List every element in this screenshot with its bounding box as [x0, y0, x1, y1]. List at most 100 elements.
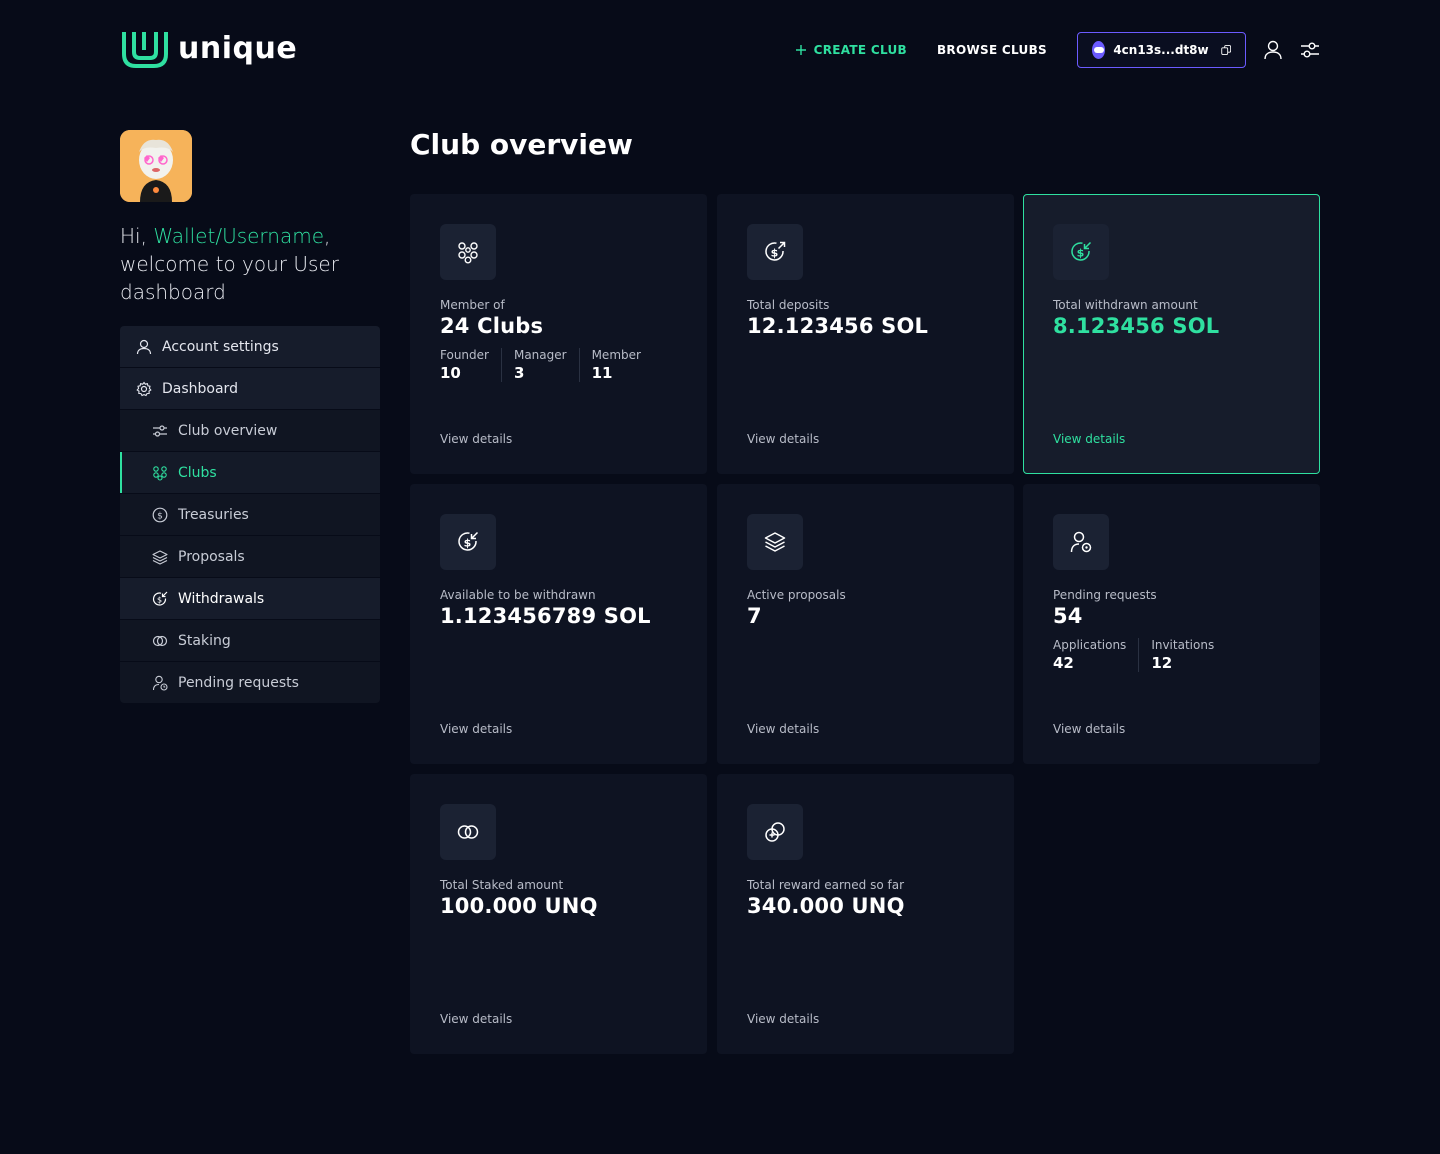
sub-label: Manager: [513, 348, 567, 362]
sidebar-item-treasuries[interactable]: $ Treasuries: [120, 494, 380, 535]
sidebar-item-dashboard[interactable]: Dashboard: [120, 368, 380, 409]
gear-icon: [136, 381, 152, 396]
breakdown-applications: Applications 42: [1053, 638, 1138, 672]
page-title: Club overview: [410, 128, 633, 161]
sidebar-item-proposals[interactable]: Proposals: [120, 536, 380, 577]
card-total-staked: Total Staked amount 100.000 UNQ View det…: [410, 774, 707, 1054]
create-club-label: CREATE CLUB: [813, 43, 907, 57]
dollar-circle-icon: $: [152, 507, 168, 522]
sub-value: 12: [1151, 654, 1173, 672]
card-value: 340.000 UNQ: [747, 894, 905, 918]
icon-box: [747, 804, 803, 860]
logo-text: unique: [178, 31, 298, 66]
greeting: Hi, Wallet/Username, welcome to your Use…: [120, 222, 380, 306]
card-value: 7: [747, 604, 762, 628]
avatar[interactable]: [120, 130, 192, 202]
card-value: 100.000 UNQ: [440, 894, 598, 918]
plus-icon: [795, 45, 806, 55]
sub-label: Invitations: [1151, 638, 1215, 652]
reward-icon: [765, 822, 785, 842]
card-total-withdrawn[interactable]: $ Total withdrawn amount 8.123456 SOL Vi…: [1023, 194, 1320, 474]
layers-icon: [152, 549, 168, 565]
unique-logo-icon: [122, 32, 168, 68]
user-pending-icon: [1070, 531, 1092, 553]
deposit-icon: $: [765, 241, 786, 261]
card-label: Total reward earned so far: [747, 878, 905, 892]
card-available-withdraw: $ Available to be withdrawn 1.123456789 …: [410, 484, 707, 764]
card-breakdown: Founder 10 Manager 3 Member 11: [440, 348, 677, 382]
breakdown-manager: Manager 3: [500, 348, 579, 382]
sub-value: 42: [1053, 654, 1074, 672]
card-label: Total Staked amount: [440, 878, 564, 892]
sliders-icon: [153, 424, 167, 437]
icon-box: [440, 804, 496, 860]
greeting-prefix: Hi,: [120, 224, 154, 248]
avatar-image: [120, 130, 192, 202]
copy-icon[interactable]: [1220, 43, 1231, 57]
withdraw-icon: $: [458, 531, 479, 551]
card-label: Available to be withdrawn: [440, 588, 596, 602]
card-label: Member of: [440, 298, 505, 312]
top-header: unique CREATE CLUB BROWSE CLUBS 4cn13s..…: [120, 28, 1320, 72]
card-total-deposits: $ Total deposits 12.123456 SOL View deta…: [717, 194, 1014, 474]
sidebar-item-staking[interactable]: Staking: [120, 620, 380, 661]
sidebar-item-club-overview[interactable]: Club overview: [120, 410, 380, 451]
card-member-of: Member of 24 Clubs Founder 10 Manager 3 …: [410, 194, 707, 474]
view-details-link[interactable]: View details: [440, 1012, 512, 1026]
view-details-link[interactable]: View details: [747, 1012, 819, 1026]
view-details-link[interactable]: View details: [440, 722, 512, 736]
svg-text:$: $: [464, 537, 472, 550]
sidebar-item-label: Dashboard: [162, 380, 238, 397]
icon-box: $: [747, 224, 803, 280]
card-pending-requests: Pending requests 54 Applications 42 Invi…: [1023, 484, 1320, 764]
sub-label: Member: [591, 348, 641, 362]
sidebar-item-withdrawals[interactable]: $ Withdrawals: [120, 578, 380, 619]
user-icon[interactable]: [1264, 40, 1282, 60]
card-value: 1.123456789 SOL: [440, 604, 651, 628]
card-value: 12.123456 SOL: [747, 314, 929, 338]
view-details-link[interactable]: View details: [1053, 722, 1125, 736]
sidebar-item-account-settings[interactable]: Account settings: [120, 326, 380, 367]
view-details-link[interactable]: View details: [747, 432, 819, 446]
sidebar-item-clubs[interactable]: Clubs: [120, 452, 380, 493]
username-link[interactable]: Wallet/Username: [153, 224, 324, 248]
icon-box: $: [1053, 224, 1109, 280]
sub-label: Applications: [1053, 638, 1127, 652]
wallet-address: 4cn13s...dt8w: [1113, 43, 1209, 57]
sidebar-item-label: Proposals: [178, 548, 245, 565]
sidebar-item-label: Account settings: [162, 338, 279, 355]
breakdown-founder: Founder 10: [440, 348, 501, 382]
breakdown-member: Member 11: [578, 348, 653, 382]
sidebar-item-pending-requests[interactable]: Pending requests: [120, 662, 380, 703]
view-details-link[interactable]: View details: [1053, 432, 1125, 446]
sub-value: 10: [440, 364, 461, 382]
svg-text:$: $: [157, 511, 163, 521]
card-value: 54: [1053, 604, 1083, 628]
browse-clubs-button[interactable]: BROWSE CLUBS: [937, 43, 1047, 57]
card-active-proposals: Active proposals 7 View details: [717, 484, 1014, 764]
view-details-link[interactable]: View details: [440, 432, 512, 446]
icon-box: [440, 224, 496, 280]
staking-icon: [457, 825, 479, 839]
sidebar-item-label: Treasuries: [178, 506, 249, 523]
staking-icon: [152, 635, 168, 646]
settings-sliders-icon[interactable]: [1300, 41, 1320, 59]
view-details-link[interactable]: View details: [747, 722, 819, 736]
wallet-button[interactable]: 4cn13s...dt8w: [1077, 32, 1246, 68]
sidebar-menu: Account settings Dashboard Club overview…: [120, 326, 380, 704]
user-pending-icon: [152, 675, 168, 691]
card-label: Pending requests: [1053, 588, 1157, 602]
sidebar-item-label: Clubs: [178, 464, 217, 481]
sub-value: 3: [513, 364, 525, 382]
svg-text:$: $: [1077, 247, 1085, 260]
card-label: Total withdrawn amount: [1053, 298, 1198, 312]
logo[interactable]: unique: [120, 28, 297, 70]
create-club-button[interactable]: CREATE CLUB: [795, 43, 907, 57]
card-label: Active proposals: [747, 588, 846, 602]
svg-text:$: $: [157, 595, 162, 604]
sidebar-item-label: Withdrawals: [178, 590, 265, 607]
card-label: Total deposits: [747, 298, 830, 312]
clubs-icon: [153, 465, 167, 481]
withdraw-icon: $: [1071, 241, 1092, 261]
icon-box: $: [440, 514, 496, 570]
